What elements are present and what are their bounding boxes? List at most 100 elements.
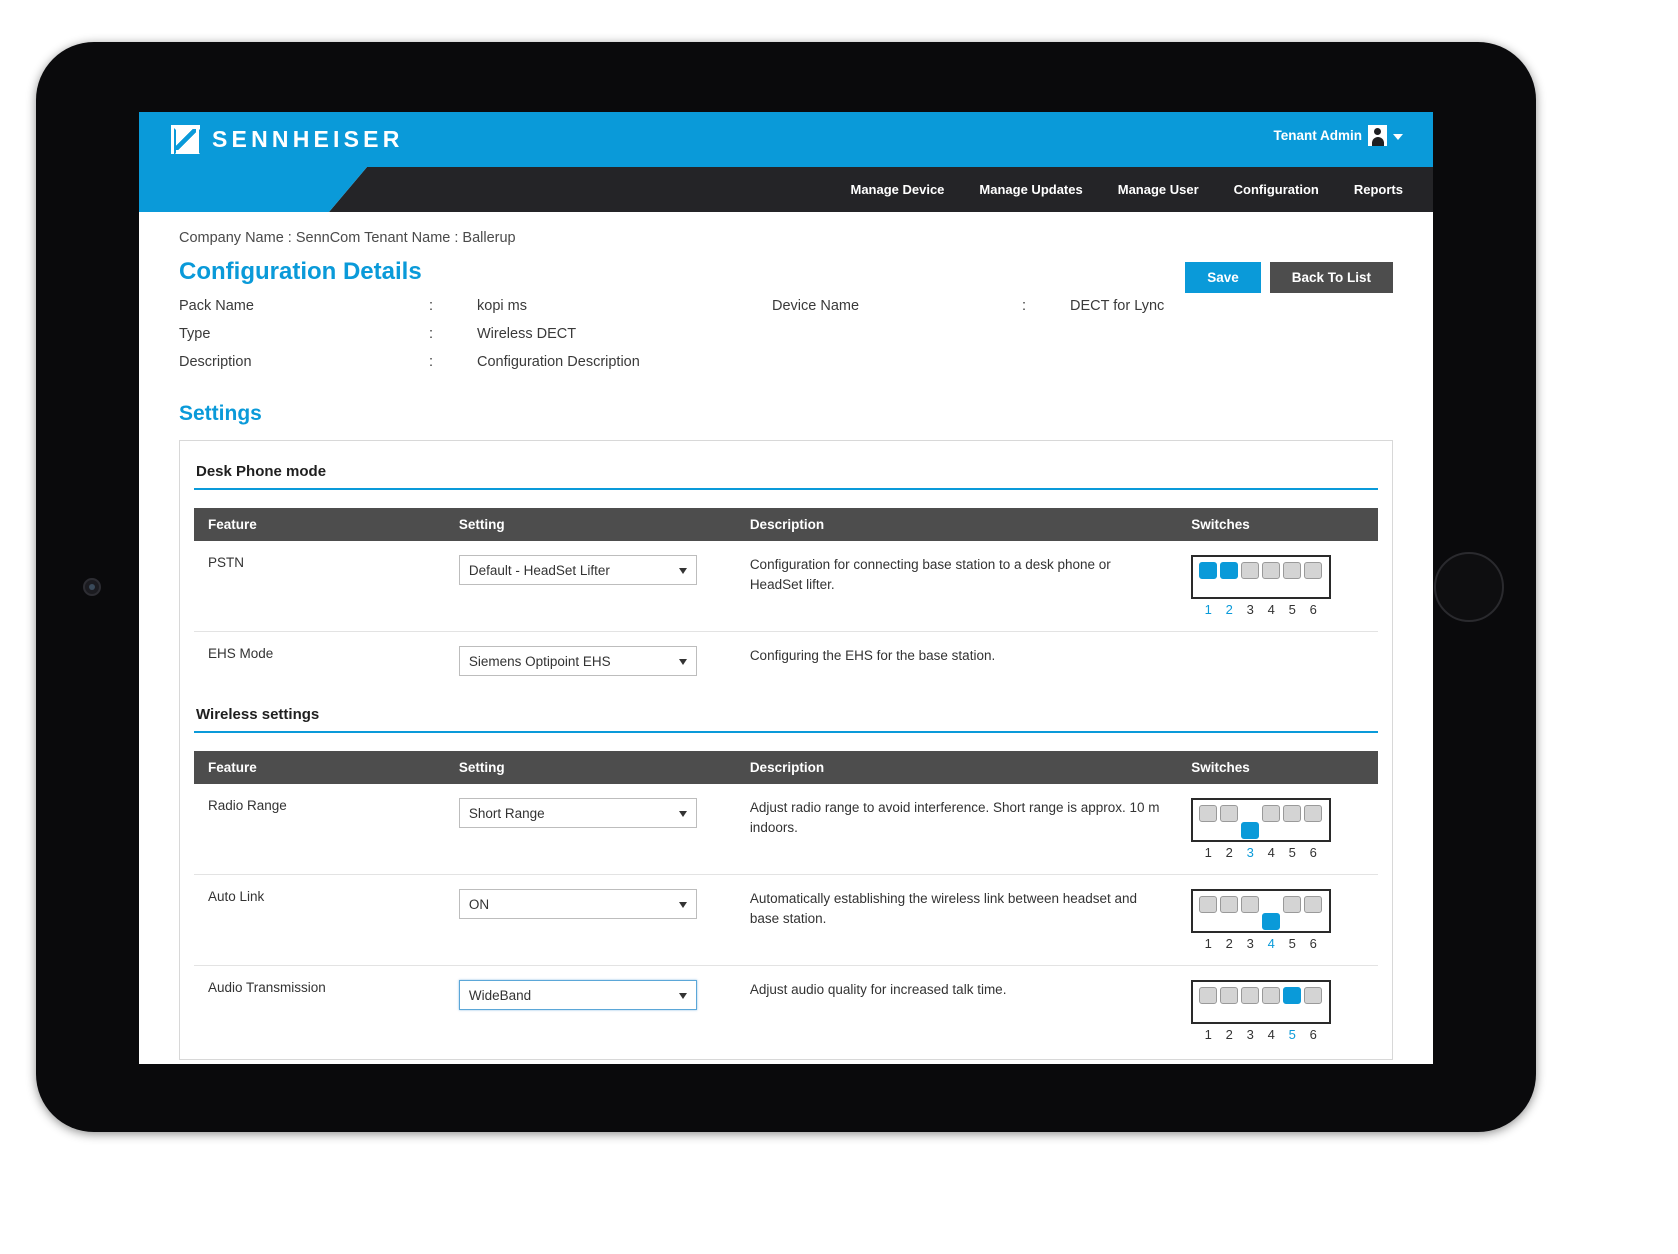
meta-row: Description : Configuration Description: [179, 354, 1393, 382]
pack-name-value: kopi ms: [477, 298, 527, 314]
dip-switch-labels: 123456: [1191, 1024, 1331, 1042]
dip-switch-lever: [1241, 987, 1260, 1004]
feature-name: Audio Transmission: [208, 980, 326, 995]
dip-switch-lever: [1241, 562, 1260, 579]
feature-description: Configuring the EHS for the base station…: [749, 648, 996, 663]
front-camera-icon: [83, 578, 101, 596]
settings-table: Feature Setting Description Switches Radio R…: [194, 751, 1378, 1056]
setting-dropdown[interactable]: Short Range: [458, 798, 697, 828]
section-divider: [194, 731, 1378, 733]
home-button[interactable]: [1434, 552, 1504, 622]
nav-item-manage-updates[interactable]: Manage Updates: [979, 182, 1082, 197]
dip-switch-5[interactable]: [1283, 805, 1302, 839]
dip-switch-label-3: 3: [1246, 602, 1254, 617]
device-name-value: DECT for Lync: [1070, 298, 1165, 314]
dip-switch-6[interactable]: [1304, 562, 1323, 596]
dip-switch-3[interactable]: [1241, 805, 1260, 839]
back-to-list-button[interactable]: Back To List: [1269, 262, 1393, 293]
dip-switch-widget[interactable]: 123456: [1191, 889, 1332, 951]
dip-switch-6[interactable]: [1304, 987, 1323, 1021]
main-navigation: Manage Device Manage Updates Manage User…: [139, 167, 1433, 219]
dip-switch-lever: [1283, 562, 1302, 579]
colon: :: [429, 298, 434, 314]
nav-item-manage-device[interactable]: Manage Device: [850, 182, 944, 197]
dip-switch-2[interactable]: [1220, 805, 1239, 839]
dip-switch-1[interactable]: [1199, 896, 1218, 930]
column-header-switches: Switches: [1177, 751, 1378, 784]
column-header-feature: Feature: [194, 508, 445, 541]
nav-item-configuration[interactable]: Configuration: [1234, 182, 1319, 197]
dip-switch-lever: [1220, 562, 1239, 579]
colon: :: [429, 326, 434, 342]
dip-switch-lever: [1262, 987, 1281, 1004]
setting-dropdown[interactable]: Siemens Optipoint EHS: [458, 646, 697, 676]
dip-switch-4[interactable]: [1262, 987, 1281, 1021]
dip-switch-lever: [1262, 913, 1281, 930]
dip-switch-2[interactable]: [1220, 987, 1239, 1021]
dip-switch-4[interactable]: [1262, 805, 1281, 839]
nav-items: Manage Device Manage Updates Manage User…: [850, 167, 1403, 212]
meta-row: Type : Wireless DECT: [179, 326, 1393, 354]
setting-cell: Default - HeadSet Lifter: [444, 541, 736, 632]
dip-switch-lever: [1199, 987, 1218, 1004]
dip-switch-widget[interactable]: 123456: [1191, 798, 1332, 860]
dip-switch-3[interactable]: [1241, 987, 1260, 1021]
dip-switch-6[interactable]: [1304, 896, 1323, 930]
chevron-down-icon: [678, 902, 687, 908]
column-header-setting: Setting: [444, 751, 736, 784]
dip-switch-lever: [1220, 987, 1239, 1004]
dip-switch-1[interactable]: [1199, 562, 1218, 596]
dip-switch-2[interactable]: [1220, 896, 1239, 930]
app-header: SENNHEISER Tenant Admin: [139, 112, 1433, 167]
dip-switch-6[interactable]: [1304, 805, 1323, 839]
dip-switch-5[interactable]: [1283, 987, 1302, 1021]
setting-dropdown[interactable]: ON: [458, 889, 697, 919]
dip-switch-1[interactable]: [1199, 805, 1218, 839]
nav-item-manage-user[interactable]: Manage User: [1118, 182, 1199, 197]
settings-table: Feature Setting Description Switches PSTN Def…: [194, 508, 1378, 690]
switches-cell: 123456: [1177, 541, 1378, 632]
chevron-down-icon: [1393, 133, 1403, 140]
dip-switch-2[interactable]: [1220, 562, 1239, 596]
dip-switch-label-2: 2: [1225, 602, 1233, 617]
dip-switch-box: [1191, 980, 1332, 1024]
dip-switch-3[interactable]: [1241, 896, 1260, 930]
tablet-screen: SENNHEISER Tenant Admin Manage Device Ma…: [139, 112, 1433, 1064]
dip-switch-1[interactable]: [1199, 987, 1218, 1021]
dip-switch-lever: [1304, 805, 1323, 822]
nav-item-reports[interactable]: Reports: [1354, 182, 1403, 197]
dip-switch-label-4: 4: [1267, 845, 1275, 860]
setting-dropdown-value: WideBand: [468, 987, 532, 1003]
description-label: Description: [179, 354, 252, 370]
dip-switch-box: [1191, 889, 1332, 933]
meta-row: Pack Name : kopi ms Device Name : DECT f…: [179, 298, 1393, 326]
setting-dropdown[interactable]: WideBand: [458, 980, 697, 1010]
dip-switch-label-2: 2: [1225, 1027, 1233, 1042]
save-button[interactable]: Save: [1185, 262, 1261, 293]
action-buttons: Save Back To List: [1185, 262, 1393, 293]
setting-dropdown-value: Short Range: [468, 805, 545, 821]
dip-switch-4[interactable]: [1262, 896, 1281, 930]
chevron-down-icon: [678, 568, 687, 574]
sennheiser-logo-icon: [171, 125, 201, 155]
dip-switch-box: [1191, 555, 1332, 599]
column-header-switches: Switches: [1177, 508, 1378, 541]
sennheiser-logo: SENNHEISER: [171, 125, 404, 155]
dip-switch-5[interactable]: [1283, 562, 1302, 596]
column-header-setting: Setting: [444, 508, 736, 541]
dip-switch-4[interactable]: [1262, 562, 1281, 596]
chevron-down-icon: [678, 811, 687, 817]
dip-switch-labels: 123456: [1191, 842, 1331, 860]
dip-switch-lever: [1262, 562, 1281, 579]
dip-switch-3[interactable]: [1241, 562, 1260, 596]
dip-switch-5[interactable]: [1283, 896, 1302, 930]
dip-switch-widget[interactable]: 123456: [1191, 980, 1332, 1042]
user-menu[interactable]: Tenant Admin: [1274, 125, 1403, 146]
setting-dropdown-value: Siemens Optipoint EHS: [468, 653, 611, 669]
section-title-1: Desk Phone mode: [196, 463, 327, 480]
colon: :: [1022, 298, 1027, 314]
setting-dropdown[interactable]: Default - HeadSet Lifter: [458, 555, 697, 585]
dip-switch-widget[interactable]: 123456: [1191, 555, 1332, 617]
dip-switch-label-1: 1: [1204, 1027, 1212, 1042]
